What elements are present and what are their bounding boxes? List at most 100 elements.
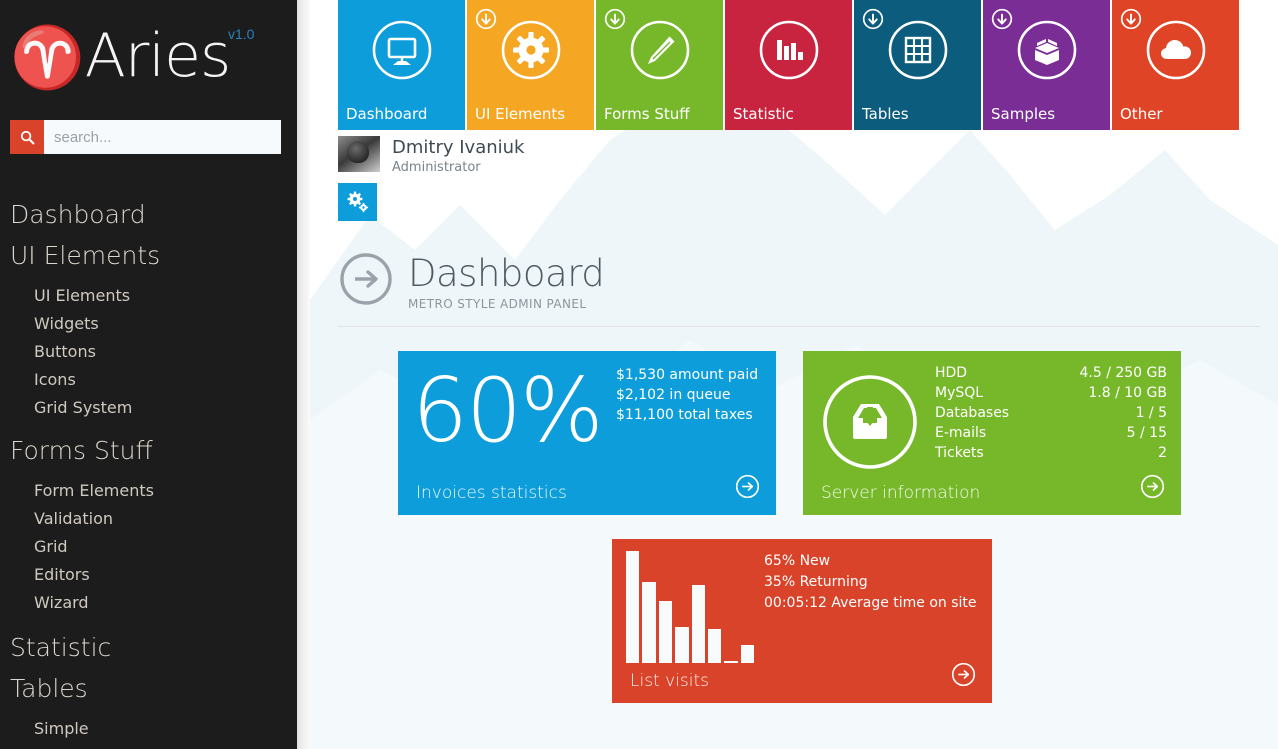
chart-bar: [626, 551, 640, 663]
server-row-label: MySQL: [935, 385, 984, 401]
search-icon: [20, 130, 34, 144]
page-title: Dashboard: [408, 251, 605, 295]
visits-details: 65% New 35% Returning 00:05:12 Average t…: [764, 551, 977, 614]
sidebar-gutter: [297, 0, 310, 749]
sidebar-item-dashboard[interactable]: Dashboard: [0, 194, 297, 235]
visits-bar-chart: [626, 551, 754, 663]
widget-invoices-statistics[interactable]: 60% $1,530 amount paid $2,102 in queue $…: [398, 351, 776, 515]
sidebar-item-ui-elements[interactable]: UI Elements: [0, 235, 297, 276]
sidebar-subitem-dynamic[interactable]: Dynamic: [0, 743, 297, 749]
table-row: E-mails 5 / 15: [935, 423, 1167, 443]
sidebar-subitem-editors[interactable]: Editors: [0, 561, 297, 589]
chart-bar: [740, 645, 754, 663]
server-row-value: 4.5 / 250 GB: [1079, 365, 1167, 381]
user-profile[interactable]: Dmitry Ivaniuk Administrator: [310, 130, 1278, 177]
tile-label: Tables: [862, 105, 909, 123]
widget-goto-button[interactable]: [1140, 474, 1165, 504]
sidebar-subitem-widgets[interactable]: Widgets: [0, 310, 297, 338]
chart-bar: [658, 601, 673, 663]
invoices-details: $1,530 amount paid $2,102 in queue $11,1…: [616, 365, 758, 425]
server-row-value: 5 / 15: [1126, 425, 1167, 441]
settings-button[interactable]: [338, 183, 377, 221]
chart-bar: [724, 660, 738, 663]
sidebar-subitem-buttons[interactable]: Buttons: [0, 338, 297, 366]
search-button[interactable]: [10, 120, 44, 154]
tile-label: Forms Stuff: [604, 105, 690, 123]
brand-name: Aries: [84, 21, 232, 91]
table-row: HDD 4.5 / 250 GB: [935, 363, 1167, 383]
arrow-right-circle-icon: [1140, 474, 1165, 499]
table-row: MySQL 1.8 / 10 GB: [935, 383, 1167, 403]
tile-other[interactable]: Other: [1112, 0, 1239, 130]
widget-footer-label: List visits: [630, 671, 710, 691]
visits-line-returning: 35% Returning: [764, 574, 868, 590]
tile-label: Other: [1120, 105, 1163, 123]
tile-label: Samples: [991, 105, 1056, 123]
main-content: Dashboard UI Elements Forms Stuff Statis…: [310, 0, 1278, 749]
chevron-down-icon: [1120, 8, 1142, 30]
sidebar-subitem-icons[interactable]: Icons: [0, 366, 297, 394]
chart-bar: [691, 584, 705, 663]
visits-line-new: 65% New: [764, 553, 831, 569]
widget-goto-button[interactable]: [951, 662, 976, 692]
chevron-down-icon: [862, 8, 884, 30]
tile-label: UI Elements: [475, 105, 566, 123]
tile-ui-elements[interactable]: UI Elements: [467, 0, 594, 130]
sidebar-subitem-grid[interactable]: Grid: [0, 533, 297, 561]
table-row: Tickets 2: [935, 443, 1167, 463]
tile-tables[interactable]: Tables: [854, 0, 981, 130]
widget-server-information[interactable]: HDD 4.5 / 250 GB MySQL 1.8 / 10 GB Datab…: [803, 351, 1181, 515]
sidebar-nav: Dashboard UI Elements UI Elements Widget…: [0, 194, 297, 749]
monitor-icon: [338, 18, 465, 82]
avatar: [338, 136, 380, 172]
sidebar-subitem-wizard[interactable]: Wizard: [0, 589, 297, 617]
table-row: Databases 1 / 5: [935, 403, 1167, 423]
tile-dashboard[interactable]: Dashboard: [338, 0, 465, 130]
server-row-label: HDD: [935, 365, 968, 381]
widget-footer-label: Invoices statistics: [416, 483, 567, 503]
sidebar-item-forms-stuff[interactable]: Forms Stuff: [0, 430, 297, 471]
sidebar-subitem-grid-system[interactable]: Grid System: [0, 394, 297, 422]
tile-navigation: Dashboard UI Elements Forms Stuff Statis…: [310, 0, 1278, 130]
sidebar-item-statistic[interactable]: Statistic: [0, 627, 297, 668]
tile-forms-stuff[interactable]: Forms Stuff: [596, 0, 723, 130]
server-info-table: HDD 4.5 / 250 GB MySQL 1.8 / 10 GB Datab…: [935, 363, 1167, 463]
chevron-down-icon: [604, 8, 626, 30]
invoices-line-taxes: $11,100 total taxes: [616, 407, 753, 423]
page-header: Dashboard METRO STYLE ADMIN PANEL: [310, 221, 1278, 312]
server-row-value: 1.8 / 10 GB: [1088, 385, 1167, 401]
server-row-label: E-mails: [935, 425, 987, 441]
chart-bar: [707, 629, 722, 663]
arrow-right-circle-icon: [338, 251, 394, 312]
brand-version: v1.0: [228, 26, 255, 42]
chart-bar: [675, 627, 689, 663]
invoices-line-queue: $2,102 in queue: [616, 387, 731, 403]
sidebar-item-tables[interactable]: Tables: [0, 668, 297, 709]
bar-chart-icon: [725, 18, 852, 82]
page-subtitle: METRO STYLE ADMIN PANEL: [408, 296, 587, 311]
widget-footer-label: Server information: [821, 483, 981, 503]
visits-line-avgtime: 00:05:12 Average time on site: [764, 595, 977, 611]
sidebar-subitem-ui-elements[interactable]: UI Elements: [0, 282, 297, 310]
sidebar: ♈Aries v1.0 Dashboard UI Elements UI Ele…: [0, 0, 297, 749]
widget-row-top: 60% $1,530 amount paid $2,102 in queue $…: [310, 327, 1278, 515]
tile-statistic[interactable]: Statistic: [725, 0, 852, 130]
widget-list-visits[interactable]: 65% New 35% Returning 00:05:12 Average t…: [612, 539, 992, 703]
server-row-label: Databases: [935, 405, 1010, 421]
chart-bar: [642, 582, 656, 663]
chevron-down-icon: [991, 8, 1013, 30]
settings-gears-icon: [347, 191, 368, 213]
tile-label: Dashboard: [346, 105, 428, 123]
invoices-percent: 60%: [412, 359, 604, 462]
invoices-line-paid: $1,530 amount paid: [616, 367, 759, 383]
sidebar-subitem-form-elements[interactable]: Form Elements: [0, 477, 297, 505]
tile-label: Statistic: [733, 105, 794, 123]
server-row-value: 1 / 5: [1135, 405, 1167, 421]
user-name: Dmitry Ivaniuk: [392, 137, 525, 158]
search-input[interactable]: [44, 120, 281, 154]
sidebar-subitem-simple[interactable]: Simple: [0, 715, 297, 743]
widget-goto-button[interactable]: [735, 474, 760, 504]
sidebar-subitem-validation[interactable]: Validation: [0, 505, 297, 533]
tile-samples[interactable]: Samples: [983, 0, 1110, 130]
brand-logo[interactable]: ♈Aries v1.0: [0, 0, 297, 108]
